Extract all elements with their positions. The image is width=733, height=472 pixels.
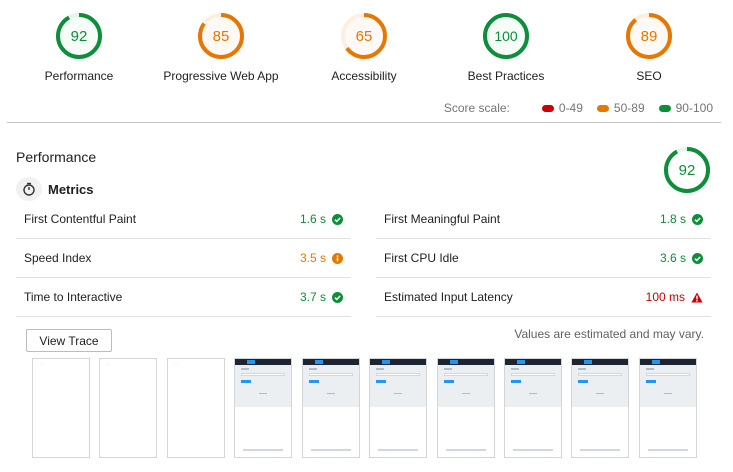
average-dot-icon xyxy=(596,104,609,112)
check-circle-icon xyxy=(332,213,343,225)
metric-name: First Meaningful Paint xyxy=(384,212,501,226)
gauge-label: Progressive Web App xyxy=(163,69,279,83)
metrics-column-right: First Meaningful Paint 1.8 s First CPU I… xyxy=(376,200,711,317)
scale-range: 0-49 xyxy=(558,101,583,115)
metric-value: 3.7 s xyxy=(300,290,343,304)
pass-dot-icon xyxy=(658,104,671,112)
scale-range: 90-100 xyxy=(675,101,713,115)
metric-row: First Meaningful Paint 1.8 s xyxy=(376,200,711,239)
filmstrip-frame xyxy=(302,358,360,458)
gauge-ring: 100 xyxy=(483,13,529,59)
metric-name: Estimated Input Latency xyxy=(384,290,513,304)
gauge-ring: 92 xyxy=(664,147,710,193)
gauge-label: Best Practices xyxy=(467,69,545,83)
gauge-score: 92 xyxy=(679,162,696,179)
fail-dot-icon xyxy=(541,104,554,112)
scale-range: 50-89 xyxy=(613,101,645,115)
metric-name: Time to Interactive xyxy=(24,290,123,304)
filmstrip-frame: ···· xyxy=(167,358,225,458)
view-trace-button[interactable]: View Trace xyxy=(26,329,112,352)
check-circle-icon xyxy=(332,291,343,303)
metric-name: First CPU Idle xyxy=(384,251,459,265)
metrics-header: Metrics xyxy=(16,177,94,201)
scale-item-average: 50-89 xyxy=(596,101,645,115)
gauge-accessibility[interactable]: 65 Accessibility xyxy=(284,12,444,83)
scale-item-fail: 0-49 xyxy=(541,101,583,115)
filmstrip-frame xyxy=(369,358,427,458)
gauge-score: 92 xyxy=(71,28,88,45)
gauge-seo[interactable]: 89 SEO xyxy=(569,12,729,83)
metric-value: 3.5 s xyxy=(300,251,343,265)
gauge-score: 89 xyxy=(641,28,658,45)
info-circle-icon xyxy=(332,252,343,264)
metric-name: Speed Index xyxy=(24,251,92,265)
metric-row: First Contentful Paint 1.6 s xyxy=(16,200,351,239)
gauge-pwa[interactable]: 85 Progressive Web App xyxy=(141,12,301,83)
score-scale-legend: Score scale: 0-49 50-89 90-100 xyxy=(444,101,713,115)
gauge-ring: 92 xyxy=(56,13,102,59)
category-gauges: 92 Performance 85 Progressive Web App 65… xyxy=(0,0,733,96)
filmstrip: ···· ···· ···· xyxy=(0,358,733,458)
performance-title: Performance xyxy=(16,149,97,165)
metric-value: 3.6 s xyxy=(660,251,703,265)
gauge-best-practices[interactable]: 100 Best Practices xyxy=(426,12,586,83)
metric-row: First CPU Idle 3.6 s xyxy=(376,239,711,278)
stopwatch-icon xyxy=(16,177,42,201)
gauge-label: Performance xyxy=(44,69,114,83)
check-circle-icon xyxy=(692,252,703,264)
gauge-ring: 65 xyxy=(341,13,387,59)
filmstrip-frame: ···· xyxy=(99,358,157,458)
check-circle-icon xyxy=(692,213,703,225)
metric-row: Time to Interactive 3.7 s xyxy=(16,278,351,317)
score-scale-label: Score scale: xyxy=(443,101,510,115)
gauge-label: Accessibility xyxy=(331,69,397,83)
filmstrip-frame xyxy=(639,358,697,458)
scale-item-pass: 90-100 xyxy=(658,101,713,115)
filmstrip-frame xyxy=(234,358,292,458)
metrics-title: Metrics xyxy=(48,181,94,197)
gauge-score: 85 xyxy=(213,28,230,45)
filmstrip-frame xyxy=(437,358,495,458)
section-divider xyxy=(7,122,721,123)
metrics-column-left: First Contentful Paint 1.6 s Speed Index… xyxy=(16,200,351,317)
filmstrip-frame xyxy=(571,358,629,458)
metric-name: First Contentful Paint xyxy=(24,212,137,226)
metric-value: 1.8 s xyxy=(660,212,703,226)
warning-triangle-icon xyxy=(691,292,703,302)
filmstrip-frame: ···· xyxy=(32,358,90,458)
performance-section-gauge: 92 xyxy=(663,146,711,199)
gauge-score: 65 xyxy=(356,28,373,45)
metric-row: Speed Index 3.5 s xyxy=(16,239,351,278)
gauge-ring: 85 xyxy=(198,13,244,59)
gauge-score: 100 xyxy=(494,28,518,44)
gauge-label: SEO xyxy=(636,69,662,83)
gauge-ring: 89 xyxy=(626,13,672,59)
metric-value: 1.6 s xyxy=(300,212,343,226)
filmstrip-frame xyxy=(504,358,562,458)
metric-row: Estimated Input Latency 100 ms xyxy=(376,278,711,317)
gauge-performance[interactable]: 92 Performance xyxy=(0,12,159,83)
estimate-note: Values are estimated and may vary. xyxy=(514,327,704,341)
metric-value: 100 ms xyxy=(646,290,703,304)
